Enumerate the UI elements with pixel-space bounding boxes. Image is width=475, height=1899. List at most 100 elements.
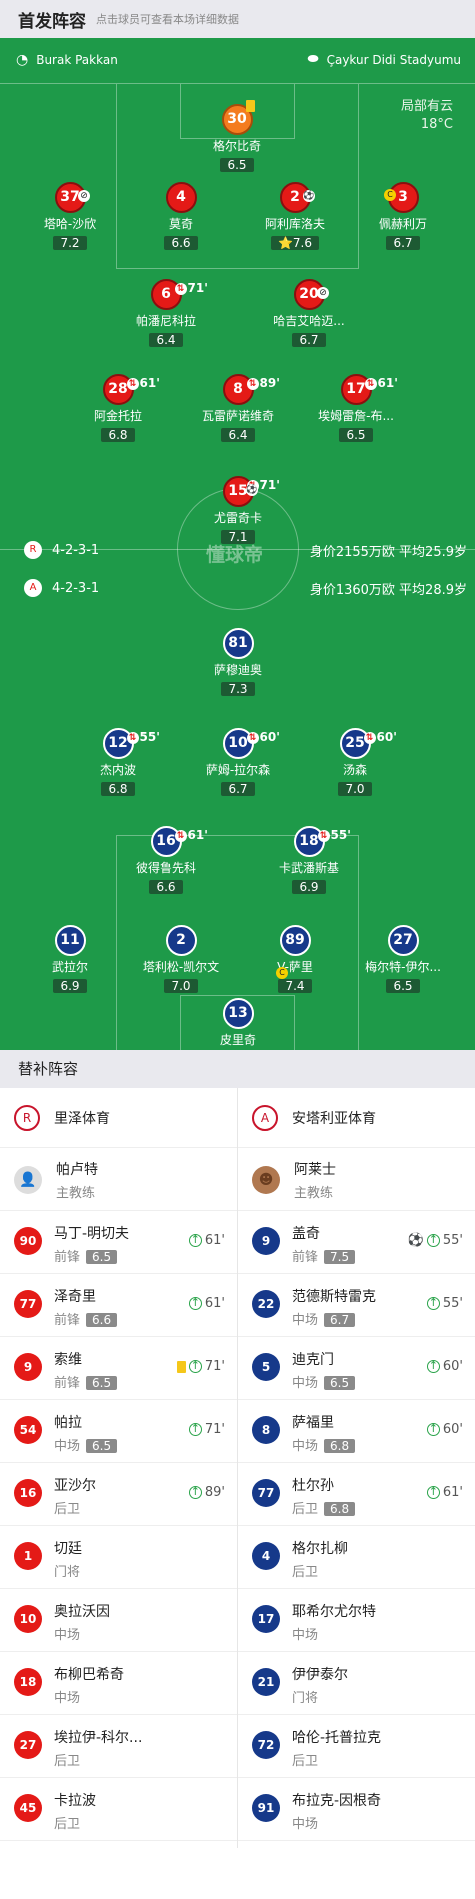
home-bench-player[interactable]: 45 卡拉波 后卫: [0, 1778, 237, 1841]
home-player[interactable]: 3 佩赫利万 6.7: [348, 182, 458, 251]
sub-minute: 71': [259, 478, 280, 492]
home-player[interactable]: 37 塔哈-沙欣 7.2: [15, 182, 125, 251]
position-text: 中场: [292, 1628, 319, 1643]
captain-icon: C: [276, 967, 288, 979]
substitution-icon: ⇅: [126, 731, 139, 744]
away-bench-player[interactable]: 5 迪克门 中场 6.5 ↑ 60': [238, 1337, 475, 1400]
weather-temp: 18°C: [420, 117, 453, 132]
home-bench-player[interactable]: 77 泽奇里 前锋 6.6 ↑ 61': [0, 1274, 237, 1337]
substitution-icon: ⇅: [174, 829, 187, 842]
away-bench-player[interactable]: 17 耶希尔尤尔特 中场: [238, 1589, 475, 1652]
sub-minute: 60': [442, 1422, 463, 1437]
away-bench-player[interactable]: 72 哈伦-托普拉克 后卫: [238, 1715, 475, 1778]
home-player[interactable]: 30 格尔比奇 6.5: [182, 100, 292, 173]
jersey-number: 11: [54, 925, 86, 956]
bench-player-position: 中场: [292, 1813, 381, 1832]
sub-in-icon: ↑: [426, 1296, 440, 1310]
bench-player-rating: 7.5: [324, 1250, 356, 1264]
away-bench-team[interactable]: A 安塔利亚体育: [238, 1088, 475, 1148]
away-player[interactable]: 89 V-萨里 7.4: [240, 925, 350, 994]
home-coach[interactable]: 👤 帕卢特 主教练: [0, 1148, 237, 1211]
home-player[interactable]: 28 ⇅ 61' 阿金托拉 6.8: [63, 374, 173, 443]
coach-avatar-icon: 👤: [14, 1165, 42, 1194]
away-team-name: 安塔利亚体育: [292, 1111, 376, 1127]
bench-player-position: 后卫: [292, 1561, 348, 1580]
bench-player-rating: 6.7: [324, 1313, 356, 1327]
away-team-crest-icon: A: [252, 1105, 278, 1131]
substitution-icon: ⇅: [317, 829, 330, 842]
away-formation: A 4-2-3-1: [24, 579, 99, 597]
referee-name: Burak Pakkan: [36, 53, 118, 67]
away-bench-player[interactable]: 77 杜尔孙 后卫 6.8 ↑ 61': [238, 1463, 475, 1526]
away-player[interactable]: 12 ⇅ 55' 杰内波 6.8: [63, 728, 173, 797]
bench-jersey-number: 1: [14, 1542, 42, 1570]
away-player[interactable]: 11 武拉尔 6.9: [15, 925, 125, 994]
bench-player-name: 卡拉波: [54, 1793, 96, 1809]
home-bench-player[interactable]: 27 埃拉伊-科尔... 后卫: [0, 1715, 237, 1778]
position-text: 后卫: [292, 1754, 319, 1769]
player-rating: 6.6: [164, 236, 198, 250]
rating-value: 7.0: [345, 782, 365, 796]
player-name: 梅尔特-伊尔...: [365, 960, 441, 974]
sub-minute: 55': [442, 1296, 463, 1311]
home-player[interactable]: 8 ⇅ 89' 瓦雷萨诺维奇 6.4: [183, 374, 293, 443]
away-player[interactable]: 10 ⇅ 60' 萨姆-拉尔森 6.7: [183, 728, 293, 797]
bench-sub-event: ↑ 71': [188, 1422, 225, 1437]
home-player[interactable]: 4 莫奇 6.6: [126, 182, 236, 251]
away-coach[interactable]: ☻ 阿莱士 主教练: [238, 1148, 475, 1211]
home-bench-player[interactable]: 10 奥拉沃因 中场: [0, 1589, 237, 1652]
bench-player-position: 前锋 6.6: [54, 1309, 118, 1328]
sub-minute: 60': [259, 730, 280, 744]
home-player[interactable]: 17 ⇅ 61' 埃姆雷詹-布... 6.5: [301, 374, 411, 443]
home-bench-player[interactable]: 1 切廷 门将: [0, 1526, 237, 1589]
player-rating: 6.7: [386, 236, 420, 250]
away-player[interactable]: 2 塔利松-凯尔文 7.0: [126, 925, 236, 994]
away-bench-player[interactable]: 21 伊伊泰尔 门将: [238, 1652, 475, 1715]
jersey-number: 13: [222, 998, 254, 1029]
player-rating: 6.4: [221, 428, 255, 442]
home-bench-player[interactable]: 9 索维 前锋 6.5 ↑ 71': [0, 1337, 237, 1400]
position-text: 中场: [292, 1376, 319, 1391]
away-bench-player[interactable]: 4 格尔扎柳 后卫: [238, 1526, 475, 1589]
home-bench-player[interactable]: 54 帕拉 中场 6.5 ↑ 71': [0, 1400, 237, 1463]
home-bench-player[interactable]: 16 亚沙尔 后卫 ↑ 89': [0, 1463, 237, 1526]
bench-player-position: 中场 6.8: [292, 1435, 356, 1454]
bench-player-position: 前锋 6.5: [54, 1372, 118, 1391]
away-bench-player[interactable]: 91 布拉克-因根奇 中场: [238, 1778, 475, 1841]
substitution-icon: ⇅: [246, 377, 259, 390]
away-bench-player[interactable]: 9 盖奇 前锋 7.5 ⚽ ↑ 55': [238, 1211, 475, 1274]
away-player[interactable]: 25 ⇅ 60' 汤森 7.0: [300, 728, 410, 797]
venue: ⬬ Çaykur Didi Stadyumu: [307, 52, 461, 67]
home-player[interactable]: 15⇅71'尤雷奇卡7.1: [183, 476, 293, 545]
home-bench-player[interactable]: 90 马丁-明切夫 前锋 6.5 ↑ 61': [0, 1211, 237, 1274]
player-name: 格尔比奇: [212, 139, 261, 153]
substitution-icon: ⇅: [246, 731, 259, 744]
position-text: 后卫: [54, 1502, 81, 1517]
home-bench-team[interactable]: R 里泽体育: [0, 1088, 237, 1148]
home-player[interactable]: 20 哈吉艾哈迈... 6.7: [254, 279, 364, 348]
referee: ◔ Burak Pakkan: [16, 52, 118, 68]
away-player[interactable]: 13皮里奇6.3: [183, 998, 293, 1050]
away-bench-player[interactable]: 8 萨福里 中场 6.8 ↑ 60': [238, 1400, 475, 1463]
away-player[interactable]: 81 萨穆迪奥 7.3: [183, 628, 293, 697]
bench-player-position: 后卫: [54, 1498, 96, 1517]
away-player[interactable]: 27 梅尔特-伊尔... 6.5: [348, 925, 458, 994]
sub-in-icon: ↑: [188, 1359, 202, 1373]
rating-value: 6.7: [393, 236, 413, 250]
away-player[interactable]: 18 ⇅ 55' 卡武潘斯基 6.9: [254, 826, 364, 895]
bench-sub-event: ↑ 60': [426, 1422, 463, 1437]
away-bench-player[interactable]: 22 范德斯特雷克 中场 6.7 ↑ 55': [238, 1274, 475, 1337]
home-player[interactable]: 2 阿利库洛夫 ⭐7.6: [240, 182, 350, 251]
bench-player-name: 萨福里: [292, 1415, 334, 1431]
lineup-subtitle: 点击球员可查看本场详细数据: [96, 13, 239, 26]
bench-player-name: 伊伊泰尔: [292, 1667, 348, 1683]
pitch: ◔ Burak Pakkan ⬬ Çaykur Didi Stadyumu 懂球…: [0, 38, 475, 1050]
bench-sub-event: ↑ 89': [188, 1485, 225, 1500]
bench-jersey-number: 4: [252, 1542, 280, 1570]
player-rating: 6.9: [53, 979, 87, 993]
home-player[interactable]: 6 ⇅ 71' 帕潘尼科拉 6.4: [111, 279, 221, 348]
home-bench-player[interactable]: 18 布柳巴希奇 中场: [0, 1652, 237, 1715]
away-player[interactable]: 16 ⇅ 61' 彼得鲁先科 6.6: [111, 826, 221, 895]
bench-player-position: 中场: [292, 1624, 376, 1643]
rating-value: 6.8: [108, 782, 128, 796]
